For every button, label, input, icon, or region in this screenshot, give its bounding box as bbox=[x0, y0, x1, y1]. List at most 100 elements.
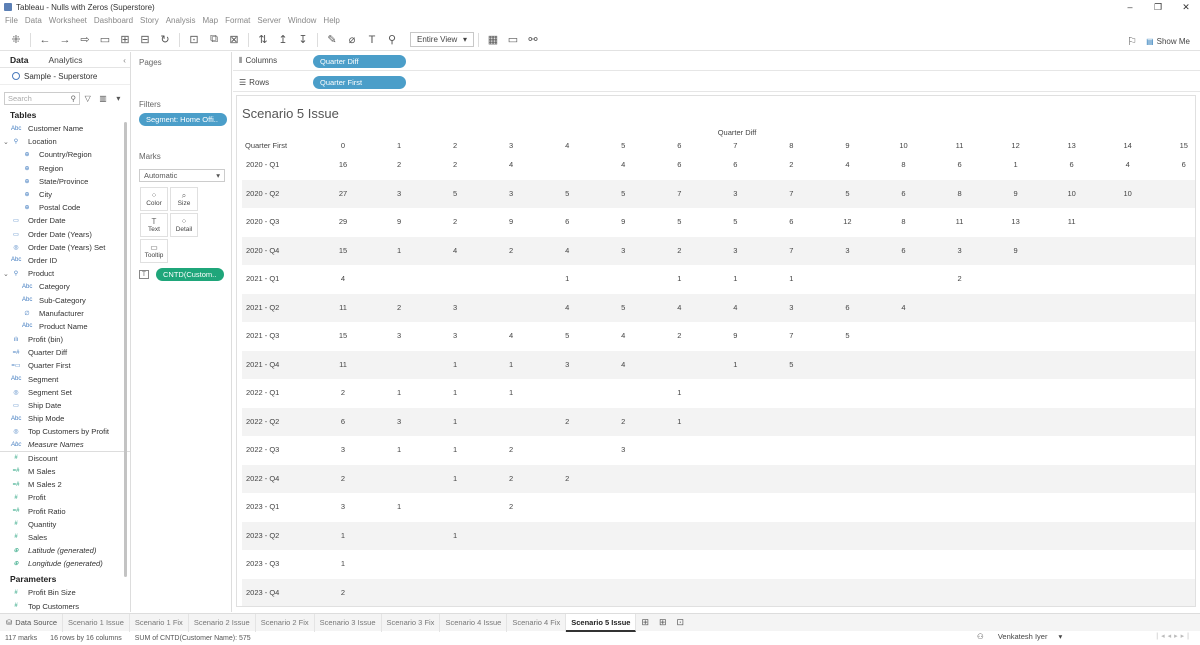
table-cell[interactable]: 5 bbox=[608, 180, 638, 209]
field-item[interactable]: =# Profit Ratio bbox=[0, 504, 130, 517]
row-header[interactable]: 2023 - Q2 bbox=[246, 522, 279, 551]
field-item[interactable]: Abc Product Name bbox=[0, 320, 130, 333]
field-item[interactable]: ılı Profit (bin) bbox=[0, 333, 130, 346]
fix-axes-icon[interactable]: ⚲ bbox=[384, 32, 400, 48]
table-cell[interactable]: 1 bbox=[440, 522, 470, 551]
field-item[interactable]: ⊕ City bbox=[0, 188, 130, 201]
row-header[interactable]: 2022 - Q3 bbox=[246, 436, 279, 465]
table-cell[interactable]: 7 bbox=[776, 237, 806, 266]
row-field-header[interactable]: Quarter First bbox=[245, 141, 287, 150]
table-cell[interactable]: 15 bbox=[328, 322, 358, 351]
filters-card[interactable]: Filters Segment: Home Offi.. bbox=[135, 96, 229, 136]
table-cell[interactable]: 2 bbox=[552, 465, 582, 494]
field-item[interactable]: ⌄ ⚲ Location bbox=[0, 135, 130, 148]
menu-dashboard[interactable]: Dashboard bbox=[94, 16, 133, 25]
table-cell[interactable]: 2 bbox=[945, 265, 975, 294]
table-cell[interactable]: 2 bbox=[496, 237, 526, 266]
chevron-down-icon[interactable]: ▾ bbox=[113, 90, 124, 106]
save-icon[interactable]: ▭ bbox=[97, 32, 113, 48]
field-item[interactable]: Abc Measure Names bbox=[0, 439, 130, 452]
table-cell[interactable]: 10 bbox=[1057, 180, 1087, 209]
table-cell[interactable]: 1 bbox=[440, 351, 470, 380]
table-cell[interactable]: 2 bbox=[496, 493, 526, 522]
column-header[interactable]: 0 bbox=[328, 141, 358, 150]
table-cell[interactable]: 3 bbox=[608, 237, 638, 266]
menu-server[interactable]: Server bbox=[257, 16, 281, 25]
table-cell[interactable]: 4 bbox=[552, 237, 582, 266]
highlight-icon[interactable]: ✎ bbox=[324, 32, 340, 48]
pages-card[interactable]: Pages bbox=[135, 54, 229, 92]
row-header[interactable]: 2020 - Q1 bbox=[246, 151, 279, 180]
table-cell[interactable]: 1 bbox=[664, 265, 694, 294]
show-mark-labels-icon[interactable]: T bbox=[364, 32, 380, 48]
column-header[interactable]: 3 bbox=[496, 141, 526, 150]
table-cell[interactable]: 29 bbox=[328, 208, 358, 237]
table-cell[interactable]: 9 bbox=[496, 208, 526, 237]
row-header[interactable]: 2022 - Q2 bbox=[246, 408, 279, 437]
table-cell[interactable]: 3 bbox=[720, 180, 750, 209]
close-icon[interactable]: ✕ bbox=[1172, 0, 1200, 14]
table-cell[interactable]: 3 bbox=[384, 322, 414, 351]
row-header[interactable]: 2021 - Q4 bbox=[246, 351, 279, 380]
table-cell[interactable]: 9 bbox=[720, 322, 750, 351]
table-cell[interactable]: 2 bbox=[608, 408, 638, 437]
table-cell[interactable]: 5 bbox=[440, 180, 470, 209]
table-cell[interactable]: 1 bbox=[552, 265, 582, 294]
table-cell[interactable]: 4 bbox=[496, 151, 526, 180]
tableau-home-icon[interactable]: ⁜ bbox=[8, 32, 24, 48]
table-cell[interactable]: 2 bbox=[384, 294, 414, 323]
table-cell[interactable]: 9 bbox=[608, 208, 638, 237]
table-cell[interactable]: 1 bbox=[440, 465, 470, 494]
parameter-item[interactable]: # Top Customers bbox=[0, 600, 130, 612]
table-cell[interactable]: 3 bbox=[496, 180, 526, 209]
field-item[interactable]: =# M Sales bbox=[0, 465, 130, 478]
table-cell[interactable]: 2 bbox=[328, 379, 358, 408]
table-cell[interactable]: 4 bbox=[608, 151, 638, 180]
column-header[interactable]: 11 bbox=[945, 141, 975, 150]
mark-type-dropdown[interactable]: Automatic ▾ bbox=[139, 169, 225, 182]
table-cell[interactable]: 3 bbox=[440, 322, 470, 351]
table-cell[interactable]: 16 bbox=[328, 151, 358, 180]
row-header[interactable]: 2021 - Q3 bbox=[246, 322, 279, 351]
field-item[interactable]: Abc Order ID bbox=[0, 254, 130, 267]
chevron-down-icon[interactable]: ⌄ bbox=[3, 138, 11, 146]
table-cell[interactable]: 6 bbox=[1169, 151, 1195, 180]
table-cell[interactable]: 13 bbox=[1001, 208, 1031, 237]
table-cell[interactable]: 5 bbox=[832, 322, 862, 351]
table-cell[interactable]: 4 bbox=[608, 351, 638, 380]
table-cell[interactable]: 6 bbox=[552, 208, 582, 237]
view-options-icon[interactable]: ▥ bbox=[97, 90, 108, 106]
field-item[interactable]: # Sales bbox=[0, 531, 130, 544]
field-item[interactable]: # Profit bbox=[0, 491, 130, 504]
clear-sheet-icon[interactable]: ⊠ bbox=[226, 32, 242, 48]
field-item[interactable]: ⊕ Postal Code bbox=[0, 201, 130, 214]
table-cell[interactable]: 5 bbox=[608, 294, 638, 323]
row-header[interactable]: 2020 - Q3 bbox=[246, 208, 279, 237]
field-item[interactable]: =# Quarter Diff bbox=[0, 346, 130, 359]
filter-icon[interactable]: ▽ bbox=[82, 90, 93, 106]
table-cell[interactable]: 3 bbox=[384, 408, 414, 437]
column-header[interactable]: 10 bbox=[889, 141, 919, 150]
replay-icon[interactable]: ⇨ bbox=[77, 32, 93, 48]
field-item[interactable]: =# M Sales 2 bbox=[0, 478, 130, 491]
sheet-tab[interactable]: Scenario 2 Fix bbox=[256, 613, 315, 632]
row-header[interactable]: 2023 - Q3 bbox=[246, 550, 279, 579]
table-cell[interactable]: 2 bbox=[664, 237, 694, 266]
table-cell[interactable]: 5 bbox=[832, 180, 862, 209]
field-item[interactable]: ◎ Top Customers by Profit bbox=[0, 425, 130, 438]
column-header[interactable]: 15 bbox=[1169, 141, 1195, 150]
search-input[interactable]: Search ⚲ bbox=[4, 91, 80, 105]
fit-dropdown[interactable]: Entire View ▾ bbox=[410, 32, 474, 47]
field-item[interactable]: ⊕ Country/Region bbox=[0, 148, 130, 161]
table-cell[interactable]: 4 bbox=[720, 294, 750, 323]
field-item[interactable]: Abc Customer Name bbox=[0, 122, 130, 135]
table-cell[interactable]: 1 bbox=[720, 351, 750, 380]
table-cell[interactable]: 2 bbox=[440, 208, 470, 237]
column-header[interactable]: 7 bbox=[720, 141, 750, 150]
chevron-down-icon[interactable]: ⌄ bbox=[3, 270, 11, 278]
menu-map[interactable]: Map bbox=[203, 16, 219, 25]
table-cell[interactable]: 1 bbox=[384, 436, 414, 465]
table-cell[interactable]: 2 bbox=[776, 151, 806, 180]
sheet-tab[interactable]: Scenario 5 Issue bbox=[566, 613, 637, 632]
presentation-mode-icon[interactable]: ▭ bbox=[505, 32, 521, 48]
